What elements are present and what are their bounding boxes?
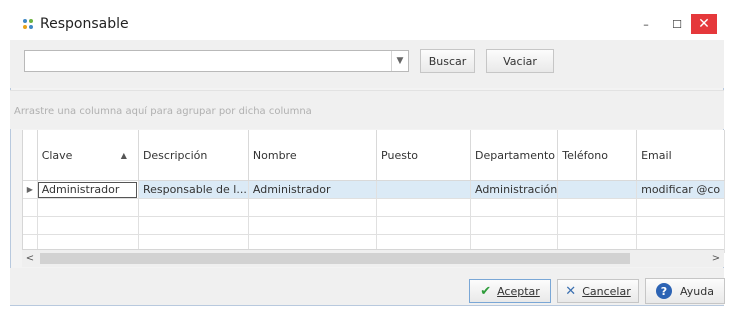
- cell-email[interactable]: modificar @co: [636, 180, 725, 199]
- group-panel-hint: Arrastre una columna aquí para agrupar p…: [14, 106, 312, 117]
- cancelar-button[interactable]: ✕ Cancelar: [557, 279, 639, 303]
- empty-row: [23, 198, 725, 217]
- check-icon: ✔: [480, 283, 492, 299]
- close-button[interactable]: ✕: [691, 14, 717, 34]
- help-icon: ?: [656, 283, 672, 299]
- title-bar: Responsable – ☐ ✕: [10, 8, 724, 40]
- table-row[interactable]: ▶ Administrador Responsable de l... Admi…: [23, 180, 725, 199]
- cell-descripcion[interactable]: Responsable de l...: [138, 180, 249, 199]
- aceptar-button[interactable]: ✔ Aceptar: [469, 279, 551, 303]
- maximize-icon: ☐: [672, 17, 682, 31]
- scroll-right-icon[interactable]: >: [708, 250, 724, 267]
- search-combobox[interactable]: ▼: [24, 50, 409, 72]
- sort-ascending-icon: ▲: [120, 150, 127, 160]
- column-header-puesto[interactable]: Puesto: [376, 130, 471, 181]
- column-header-departamento[interactable]: Departamento: [470, 130, 559, 181]
- minimize-icon: –: [643, 17, 649, 31]
- minimize-button[interactable]: –: [638, 14, 654, 34]
- column-header-descripcion[interactable]: Descripción: [138, 130, 249, 181]
- cell-nombre[interactable]: Administrador: [248, 180, 378, 199]
- ayuda-button[interactable]: ? Ayuda: [645, 278, 725, 304]
- chevron-down-icon[interactable]: ▼: [391, 51, 408, 71]
- row-indicator-header: [23, 130, 38, 181]
- cancel-icon: ✕: [565, 283, 577, 299]
- column-header-email[interactable]: Email: [636, 130, 725, 181]
- column-header-nombre[interactable]: Nombre: [248, 130, 378, 181]
- cell-telefono[interactable]: [557, 180, 638, 199]
- column-header-telefono[interactable]: Teléfono: [557, 130, 638, 181]
- empty-row: [23, 216, 725, 235]
- users-icon: [23, 19, 33, 29]
- cell-clave[interactable]: Administrador: [37, 180, 139, 199]
- close-icon: ✕: [698, 16, 710, 32]
- cell-puesto[interactable]: [376, 180, 471, 199]
- grid-table: Clave ▲ Descripción Nombre Puesto Departa…: [23, 130, 725, 253]
- horizontal-scrollbar[interactable]: < >: [22, 249, 724, 267]
- window-title: Responsable: [40, 16, 129, 32]
- scrollbar-thumb[interactable]: [40, 253, 630, 264]
- vaciar-button[interactable]: Vaciar: [486, 49, 554, 73]
- cell-departamento[interactable]: Administración: [470, 180, 559, 199]
- maximize-button[interactable]: ☐: [669, 14, 685, 34]
- responsables-grid[interactable]: Clave ▲ Descripción Nombre Puesto Departa…: [22, 130, 725, 261]
- scroll-left-icon[interactable]: <: [22, 250, 38, 267]
- column-header-clave[interactable]: Clave ▲: [37, 130, 139, 181]
- aceptar-label: Aceptar: [497, 284, 540, 298]
- cancelar-label: Cancelar: [582, 284, 631, 298]
- ayuda-label: Ayuda: [680, 284, 714, 298]
- grid-header-row: Clave ▲ Descripción Nombre Puesto Departa…: [23, 130, 725, 181]
- buscar-button[interactable]: Buscar: [420, 49, 475, 73]
- current-row-indicator-icon: ▶: [23, 180, 38, 199]
